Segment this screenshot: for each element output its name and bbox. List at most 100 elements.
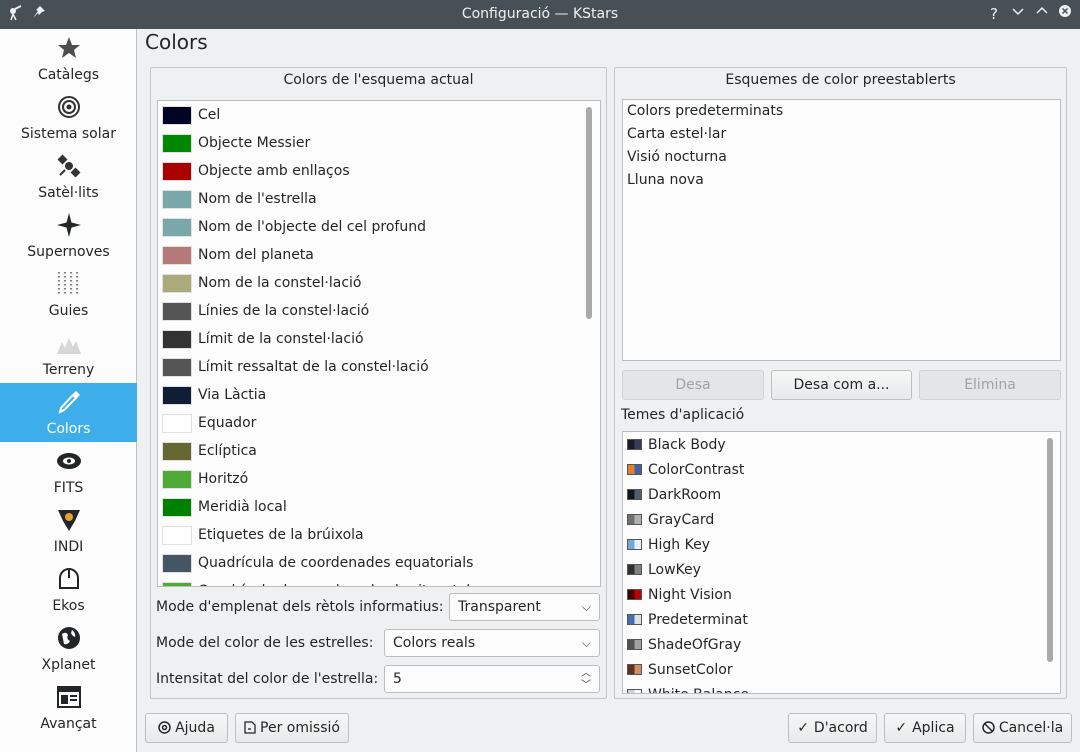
star-color-mode-select[interactable]: Colors reals ⌵ <box>384 629 600 657</box>
theme-item[interactable]: LowKey <box>627 557 701 582</box>
sidebar-item-guies[interactable]: Guies <box>0 265 137 324</box>
sidebar-item-xplanet[interactable]: Xplanet <box>0 619 137 678</box>
color-item[interactable]: Línies de la constel·lació <box>162 297 369 325</box>
color-item[interactable]: Via Làctia <box>162 381 266 409</box>
color-item-label: Cel <box>198 107 221 123</box>
color-item[interactable]: Meridià local <box>162 493 287 521</box>
themes-list-scrollbar[interactable] <box>1047 438 1053 662</box>
color-swatch[interactable] <box>162 497 192 517</box>
color-swatch[interactable] <box>162 133 192 153</box>
color-item[interactable]: Nom del planeta <box>162 241 314 269</box>
sidebar-item-catalegs[interactable]: Catàlegs <box>0 29 137 88</box>
color-swatch[interactable] <box>162 245 192 265</box>
spin-arrows-icon[interactable]: ︿ ﹀ <box>581 668 591 692</box>
color-swatch[interactable] <box>162 301 192 321</box>
infobox-mode-select[interactable]: Transparent ⌵ <box>449 593 600 621</box>
scheme-list-scrollbar[interactable] <box>586 107 592 319</box>
sidebar-item-ekos[interactable]: Ekos <box>0 560 137 619</box>
color-item[interactable]: Quadrícula de coordenades horitzontals <box>162 577 478 586</box>
minimize-icon[interactable] <box>1009 5 1027 23</box>
help-button[interactable]: Ajuda <box>145 713 228 743</box>
help-lifebuoy-icon <box>158 716 171 744</box>
color-item[interactable]: Objecte Messier <box>162 129 310 157</box>
color-swatch[interactable] <box>162 105 192 125</box>
list-item[interactable]: Carta estel·lar <box>627 123 726 146</box>
color-item[interactable]: Nom de la constel·lació <box>162 269 362 297</box>
theme-item[interactable]: Predeterminat <box>627 607 748 632</box>
list-item[interactable]: Lluna nova <box>627 169 704 192</box>
color-swatch[interactable] <box>162 441 192 461</box>
ok-button[interactable]: ✓ D'acord <box>788 713 877 743</box>
color-item[interactable]: Objecte amb enllaços <box>162 157 350 185</box>
theme-item[interactable]: ShadeOfGray <box>627 632 741 657</box>
color-item[interactable]: Límit ressaltat de la constel·lació <box>162 353 429 381</box>
color-item[interactable]: Etiquetes de la brúixola <box>162 521 364 549</box>
theme-item[interactable]: Night Vision <box>627 582 732 607</box>
color-swatch[interactable] <box>162 553 192 573</box>
color-item-label: Horitzó <box>198 471 249 487</box>
color-item[interactable]: Límit de la constel·lació <box>162 325 364 353</box>
apply-button[interactable]: ✓ Aplica <box>884 713 966 743</box>
theme-item[interactable]: GrayCard <box>627 507 714 532</box>
theme-preview-icon <box>627 639 642 650</box>
color-swatch[interactable] <box>162 525 192 545</box>
color-swatch[interactable] <box>162 329 192 349</box>
close-icon[interactable] <box>1056 5 1074 23</box>
list-item[interactable]: Colors predeterminats <box>627 100 783 123</box>
star-intensity-spinbox[interactable]: 5 ︿ ﹀ <box>384 665 600 693</box>
defaults-button-label: Per omissió <box>260 720 340 736</box>
color-item[interactable]: Horitzó <box>162 465 248 493</box>
sidebar-item-label: Ekos <box>52 598 85 614</box>
color-swatch[interactable] <box>162 385 192 405</box>
theme-item[interactable]: Black Body <box>627 432 726 457</box>
theme-item[interactable]: SunsetColor <box>627 657 733 682</box>
app-themes-list[interactable]: Black Body ColorContrast DarkRoom GrayCard H… <box>622 431 1061 694</box>
sidebar-item-terreny[interactable]: Terreny <box>0 324 137 383</box>
color-item[interactable]: Quadrícula de coordenades equatorials <box>162 549 473 577</box>
sidebar-item-label: Satèl·lits <box>38 185 99 201</box>
theme-item[interactable]: ColorContrast <box>627 457 744 482</box>
sidebar-item-supernoves[interactable]: Supernoves <box>0 206 137 265</box>
sidebar-item-avancat[interactable]: Avançat <box>0 678 137 737</box>
theme-item[interactable]: High Key <box>627 532 710 557</box>
sidebar-item-indi[interactable]: INDI <box>0 501 137 560</box>
color-swatch[interactable] <box>162 413 192 433</box>
ok-button-label: D'acord <box>813 720 868 736</box>
theme-item[interactable]: DarkRoom <box>627 482 721 507</box>
delete-scheme-button[interactable]: Elimina <box>919 370 1061 400</box>
help-icon[interactable]: ? <box>985 5 1003 23</box>
color-swatch[interactable] <box>162 189 192 209</box>
preset-schemes-list[interactable]: Colors predeterminats Carta estel·lar Vi… <box>622 99 1061 361</box>
color-swatch[interactable] <box>162 217 192 237</box>
sidebar: Catàlegs Sistema solar Satèl·lits Supern… <box>0 29 137 752</box>
cancel-button[interactable]: Cancel·la <box>973 713 1072 743</box>
save-scheme-as-button[interactable]: Desa com a... <box>771 370 912 400</box>
defaults-button[interactable]: Per omissió <box>235 713 349 743</box>
sidebar-item-fits[interactable]: FITS <box>0 442 137 501</box>
color-item-label: Nom de l'objecte del cel profund <box>198 219 426 235</box>
sidebar-item-satellits[interactable]: Satèl·lits <box>0 147 137 206</box>
color-swatch[interactable] <box>162 161 192 181</box>
sidebar-item-colors[interactable]: Colors <box>0 383 137 442</box>
color-swatch[interactable] <box>162 273 192 293</box>
color-swatch[interactable] <box>162 469 192 489</box>
solar-system-icon <box>56 94 82 120</box>
color-item[interactable]: Eclíptica <box>162 437 257 465</box>
save-scheme-button[interactable]: Desa <box>622 370 764 400</box>
color-swatch[interactable] <box>162 357 192 377</box>
color-swatch[interactable] <box>162 581 192 586</box>
maximize-icon[interactable] <box>1033 5 1051 23</box>
color-item[interactable]: Nom de l'objecte del cel profund <box>162 213 426 241</box>
apply-button-label: Aplica <box>912 720 955 736</box>
theme-item[interactable]: White Balance <box>627 682 749 693</box>
theme-item-label: SunsetColor <box>648 661 733 678</box>
color-item[interactable]: Nom de l'estrella <box>162 185 317 213</box>
color-item[interactable]: Equador <box>162 409 256 437</box>
color-item[interactable]: Cel <box>162 101 220 129</box>
color-item-label: Límit de la constel·lació <box>198 331 364 347</box>
sidebar-item-sistema-solar[interactable]: Sistema solar <box>0 88 137 147</box>
star-color-mode-label: Mode del color de les estrelles: <box>156 635 374 651</box>
theme-preview-icon <box>627 439 642 450</box>
list-item[interactable]: Visió nocturna <box>627 146 727 169</box>
scheme-color-list[interactable]: Cel Objecte Messier Objecte amb enllaços No… <box>157 100 601 587</box>
